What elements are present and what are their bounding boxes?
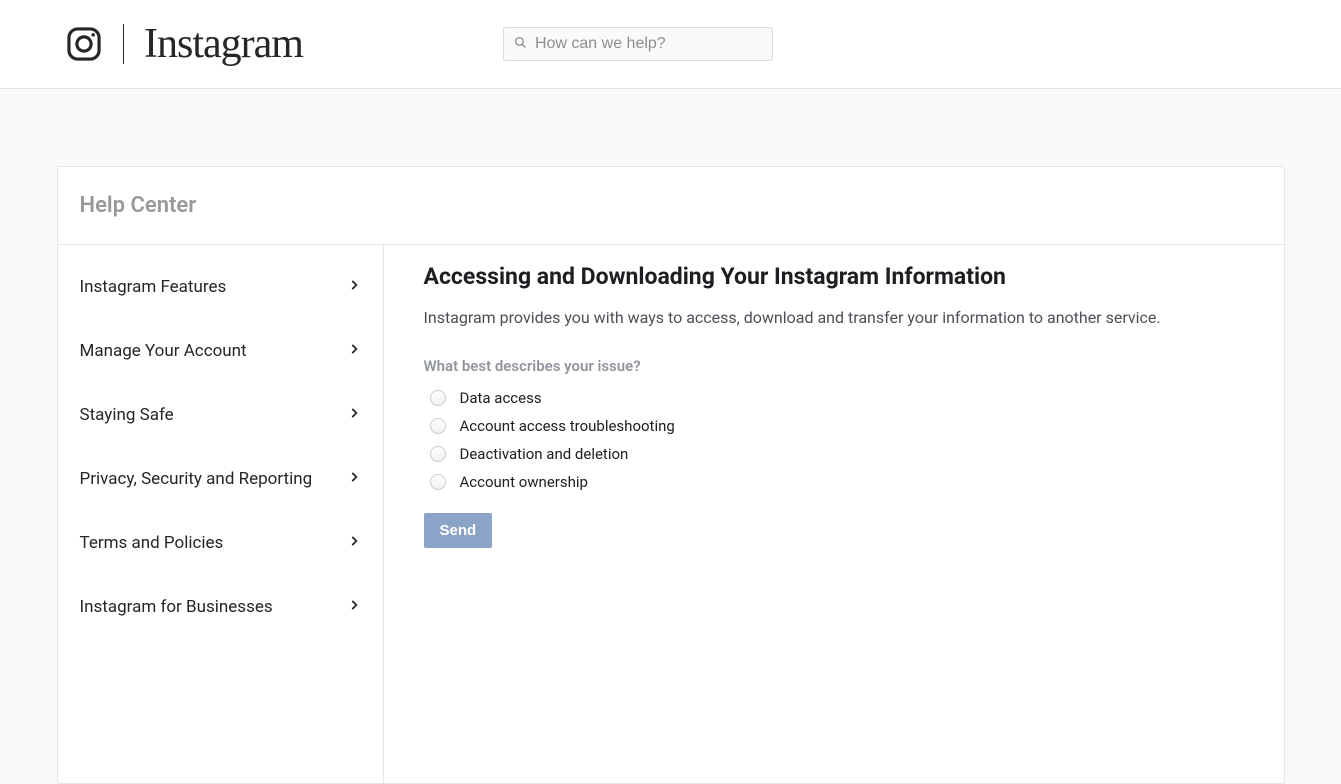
help-center-title[interactable]: Help Center [80,193,1262,218]
sidebar-item-manage-account[interactable]: Manage Your Account [58,319,383,383]
radio-option-account-access[interactable]: Account access troubleshooting [430,417,1244,435]
sidebar-item-privacy-security[interactable]: Privacy, Security and Reporting [58,447,383,511]
search-input[interactable] [535,35,762,53]
sidebar-item-businesses[interactable]: Instagram for Businesses [58,575,383,639]
sidebar-item-label: Privacy, Security and Reporting [80,469,313,489]
search-box[interactable] [503,27,773,61]
send-button[interactable]: Send [424,513,493,548]
chevron-right-icon [347,597,361,617]
chevron-right-icon [347,405,361,425]
sidebar-item-features[interactable]: Instagram Features [58,255,383,319]
radio-option-ownership[interactable]: Account ownership [430,473,1244,491]
instagram-wordmark: Instagram [144,20,303,68]
radio-icon[interactable] [430,418,446,434]
sidebar-item-staying-safe[interactable]: Staying Safe [58,383,383,447]
logo-group[interactable]: Instagram [65,20,303,68]
help-center-body: Instagram Features Manage Your Account S… [58,245,1284,783]
logo-divider [123,24,124,64]
chevron-right-icon [347,341,361,361]
search-icon [514,36,527,53]
chevron-right-icon [347,277,361,297]
radio-icon[interactable] [430,474,446,490]
sidebar-item-label: Manage Your Account [80,341,247,361]
sidebar-item-label: Instagram Features [80,277,227,297]
chevron-right-icon [347,533,361,553]
sidebar-item-label: Staying Safe [80,405,174,425]
radio-option-data-access[interactable]: Data access [430,389,1244,407]
help-center-container: Help Center Instagram Features Manage Yo… [57,166,1285,784]
article-main: Accessing and Downloading Your Instagram… [384,245,1284,783]
chevron-right-icon [347,469,361,489]
sidebar-nav: Instagram Features Manage Your Account S… [58,245,384,783]
instagram-glyph-icon [65,25,103,63]
sidebar-item-label: Terms and Policies [80,533,224,553]
radio-label: Account access troubleshooting [460,417,675,435]
top-header: Instagram [0,0,1341,89]
sidebar-item-label: Instagram for Businesses [80,597,273,617]
search-wrap [503,27,773,61]
radio-option-deactivation[interactable]: Deactivation and deletion [430,445,1244,463]
article-intro: Instagram provides you with ways to acce… [424,308,1244,327]
radio-label: Data access [460,389,542,407]
radio-label: Account ownership [460,473,588,491]
issue-question: What best describes your issue? [424,357,1244,375]
radio-icon[interactable] [430,446,446,462]
help-center-header: Help Center [58,167,1284,245]
article-title: Accessing and Downloading Your Instagram… [424,263,1244,290]
sidebar-item-terms-policies[interactable]: Terms and Policies [58,511,383,575]
radio-label: Deactivation and deletion [460,445,629,463]
radio-icon[interactable] [430,390,446,406]
